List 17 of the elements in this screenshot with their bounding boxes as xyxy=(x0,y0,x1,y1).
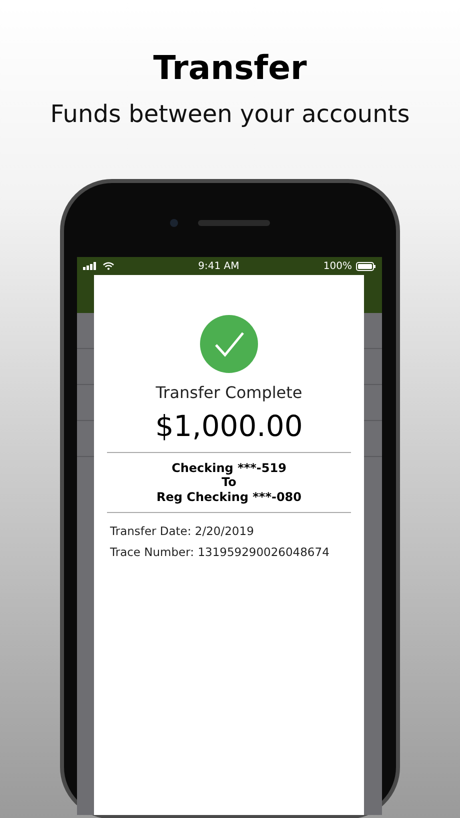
check-icon xyxy=(200,315,258,374)
camera-icon xyxy=(170,219,178,228)
wifi-icon xyxy=(103,262,114,270)
speaker-grille xyxy=(198,220,270,226)
account-line: Reg Checking ***-080 xyxy=(155,490,302,504)
account-line: To xyxy=(220,475,238,490)
status-text: Transfer Complete xyxy=(154,382,304,404)
status-time: 9:41 AM xyxy=(198,260,240,274)
amount-text: $1,000.00 xyxy=(154,409,304,444)
detail-line: Trace Number: 131959290026048674 xyxy=(110,544,330,561)
page-subtitle: Funds between your accounts xyxy=(49,100,411,130)
account-line: Checking ***-519 xyxy=(170,460,288,476)
battery-icon xyxy=(356,262,376,271)
page-headline: Transfer xyxy=(152,50,308,86)
detail-line: Transfer Date: 2/20/2019 xyxy=(110,523,255,540)
battery-percent: 100% xyxy=(323,260,352,274)
signal-icon xyxy=(83,262,99,270)
